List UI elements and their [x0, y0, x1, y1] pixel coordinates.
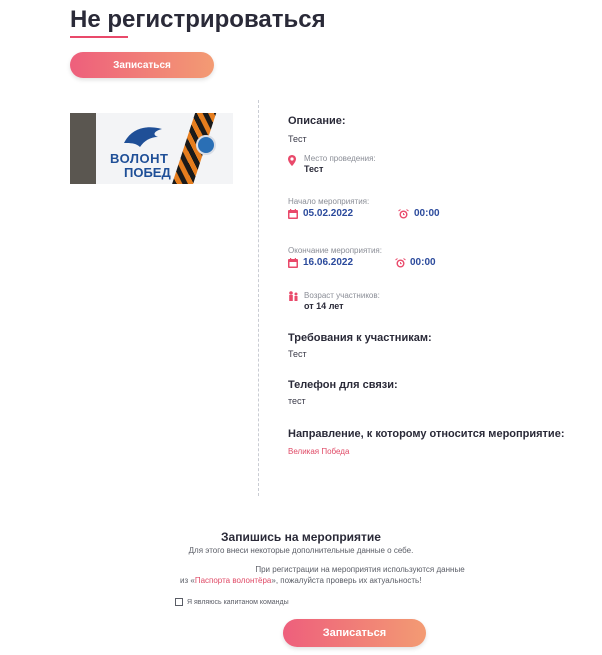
- passport-link[interactable]: Паспорта волонтёра: [195, 576, 272, 585]
- calendar-icon: [288, 258, 298, 268]
- image-background: [70, 113, 96, 184]
- age-label: Возраст участников:: [304, 291, 380, 300]
- signup-button-bottom[interactable]: Записаться: [283, 619, 426, 647]
- location-pin-icon: [288, 155, 296, 166]
- end-date: 16.06.2022: [303, 257, 354, 268]
- dove-icon: [124, 127, 162, 147]
- note-suffix: », пожалуйста проверь их актуальность!: [271, 576, 422, 585]
- phone-value: тест: [288, 396, 306, 406]
- age-value: от 14 лет: [304, 301, 344, 311]
- description-heading: Описание:: [288, 115, 346, 127]
- start-date: 05.02.2022: [303, 208, 354, 219]
- register-heading: Запишись на мероприятие: [221, 530, 381, 544]
- place-label: Место проведения:: [304, 154, 376, 163]
- direction-heading: Направление, к которому относится меропр…: [288, 428, 565, 440]
- requirements-heading: Требования к участникам:: [288, 332, 432, 344]
- captain-checkbox[interactable]: [175, 598, 183, 606]
- event-image: ВОЛОНТ ПОБЕД: [70, 113, 233, 184]
- calendar-icon: [288, 209, 298, 219]
- note-prefix: из «: [180, 576, 195, 585]
- people-icon: [289, 291, 298, 301]
- image-text-line1: ВОЛОНТ: [110, 151, 169, 166]
- end-label: Окончание мероприятия:: [288, 246, 382, 255]
- register-note-line2: из «Паспорта волонтёра», пожалуйста пров…: [180, 576, 421, 585]
- description-value: Тест: [288, 134, 307, 144]
- start-label: Начало мероприятия:: [288, 197, 370, 206]
- page-title: Не регистрироваться: [70, 6, 326, 33]
- direction-link[interactable]: Великая Победа: [288, 447, 349, 456]
- alarm-clock-icon: [398, 209, 409, 219]
- requirements-value: Тест: [288, 349, 307, 359]
- badge-icon: [196, 135, 216, 155]
- title-underline: [70, 36, 128, 38]
- end-time: 00:00: [410, 257, 436, 268]
- start-time: 00:00: [414, 208, 440, 219]
- image-text-line2: ПОБЕД: [124, 165, 171, 180]
- register-subtitle: Для этого внеси некоторые дополнительные…: [188, 546, 414, 555]
- vertical-divider: [258, 100, 259, 496]
- alarm-clock-icon: [395, 258, 406, 268]
- captain-checkbox-row[interactable]: Я являюсь капитаном команды: [175, 598, 289, 606]
- signup-button-top[interactable]: Записаться: [70, 52, 214, 78]
- register-note-line1: При регистрации на мероприятия использую…: [255, 565, 465, 574]
- place-value: Тест: [304, 164, 324, 174]
- captain-checkbox-label: Я являюсь капитаном команды: [187, 598, 289, 606]
- phone-heading: Телефон для связи:: [288, 379, 398, 391]
